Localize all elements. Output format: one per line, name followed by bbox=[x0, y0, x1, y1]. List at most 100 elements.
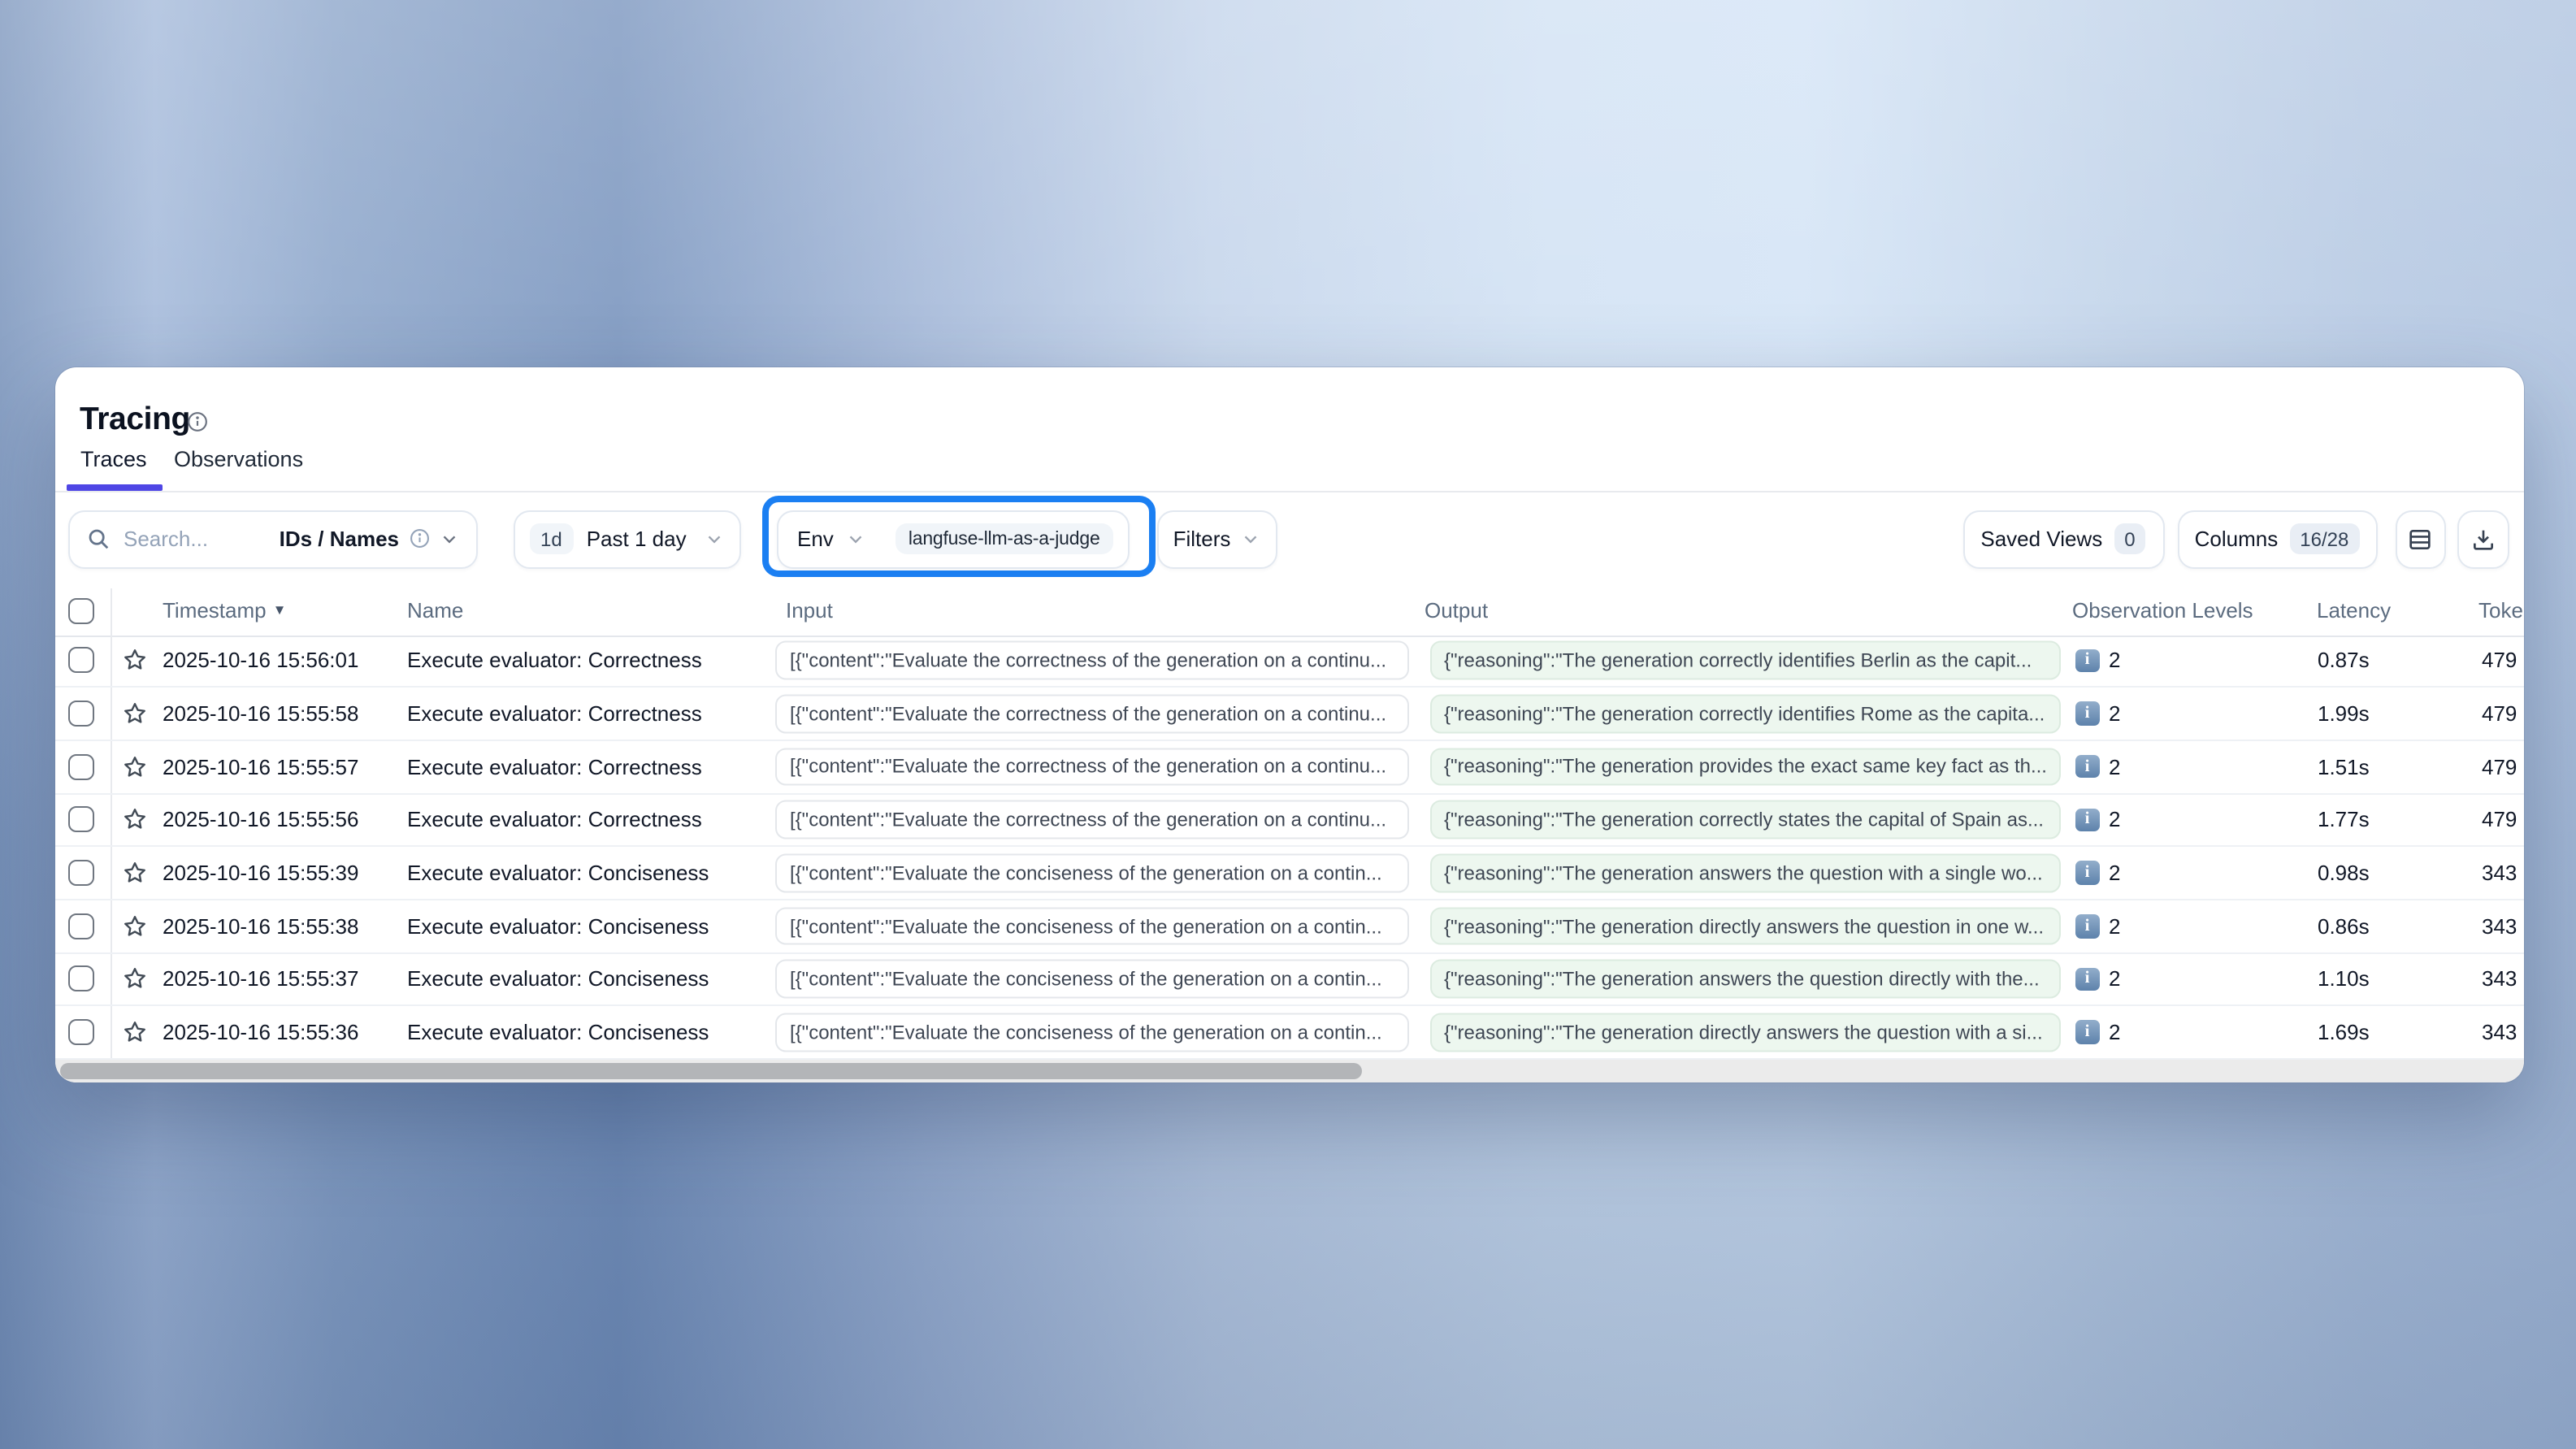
observation-count: 2 bbox=[2109, 649, 2120, 673]
table-row[interactable]: 2025-10-16 15:55:56 Execute evaluator: C… bbox=[54, 794, 2523, 847]
row-checkbox[interactable] bbox=[67, 913, 93, 939]
row-output-preview[interactable]: {"reasoning":"The generation answers the… bbox=[1429, 854, 2060, 892]
row-checkbox[interactable] bbox=[67, 648, 93, 674]
star-icon[interactable] bbox=[122, 860, 148, 886]
page-title: Tracing bbox=[80, 401, 190, 438]
select-all-checkbox[interactable] bbox=[67, 598, 93, 624]
export-button[interactable] bbox=[2457, 510, 2509, 568]
row-latency: 0.87s bbox=[2318, 649, 2370, 673]
row-input-preview[interactable]: [{"content":"Evaluate the conciseness of… bbox=[775, 854, 1409, 892]
info-icon bbox=[409, 529, 429, 549]
column-header-name[interactable]: Name bbox=[407, 597, 463, 622]
row-output-preview[interactable]: {"reasoning":"The generation correctly s… bbox=[1429, 800, 2060, 839]
row-output-preview[interactable]: {"reasoning":"The generation answers the… bbox=[1429, 960, 2060, 998]
columns-button[interactable]: Columns 16/28 bbox=[2177, 510, 2377, 568]
time-range-badge: 1d bbox=[529, 523, 574, 554]
star-icon[interactable] bbox=[122, 648, 148, 674]
title-info-icon[interactable] bbox=[186, 410, 207, 432]
observation-count: 2 bbox=[2109, 701, 2120, 726]
row-observation-levels: i 2 bbox=[2075, 701, 2120, 726]
table-row[interactable]: 2025-10-16 15:56:01 Execute evaluator: C… bbox=[54, 635, 2523, 688]
row-tokens: 479 → bbox=[2482, 754, 2523, 779]
row-name: Execute evaluator: Conciseness bbox=[407, 1020, 709, 1044]
row-observation-levels: i 2 bbox=[2075, 1020, 2120, 1044]
row-checkbox[interactable] bbox=[67, 966, 93, 992]
row-tokens: 343 → bbox=[2482, 1020, 2523, 1044]
tab-observations[interactable]: Observations bbox=[174, 446, 303, 471]
row-checkbox[interactable] bbox=[67, 807, 93, 833]
sort-desc-icon: ▼ bbox=[273, 601, 287, 618]
search-scope-selector[interactable]: IDs / Names bbox=[280, 527, 460, 551]
table-row[interactable]: 2025-10-16 15:55:39 Execute evaluator: C… bbox=[54, 848, 2523, 900]
column-header-timestamp[interactable]: Timestamp ▼ bbox=[163, 597, 286, 622]
search-input[interactable]: Search... IDs / Names bbox=[68, 510, 478, 568]
row-input-preview[interactable]: [{"content":"Evaluate the conciseness of… bbox=[775, 907, 1409, 945]
row-name: Execute evaluator: Conciseness bbox=[407, 861, 709, 885]
row-tokens: 479 → bbox=[2482, 808, 2523, 832]
column-header-observation-levels[interactable]: Observation Levels bbox=[2072, 597, 2253, 622]
star-icon[interactable] bbox=[122, 1019, 148, 1045]
row-input-preview[interactable]: [{"content":"Evaluate the conciseness of… bbox=[775, 1013, 1409, 1052]
star-icon[interactable] bbox=[122, 807, 148, 833]
row-latency: 0.86s bbox=[2318, 914, 2370, 939]
observation-count: 2 bbox=[2109, 808, 2120, 832]
chevron-down-icon bbox=[845, 528, 866, 549]
table-header: Timestamp ▼ Name Input Output Observatio… bbox=[54, 588, 2523, 636]
row-input-preview[interactable]: [{"content":"Evaluate the correctness of… bbox=[775, 641, 1409, 679]
table-row[interactable]: 2025-10-16 15:55:37 Execute evaluator: C… bbox=[54, 953, 2523, 1006]
star-icon[interactable] bbox=[122, 913, 148, 939]
horizontal-scrollbar-thumb[interactable] bbox=[60, 1062, 1362, 1079]
table-row[interactable]: 2025-10-16 15:55:58 Execute evaluator: C… bbox=[54, 688, 2523, 740]
table-row[interactable]: 2025-10-16 15:55:36 Execute evaluator: C… bbox=[54, 1007, 2523, 1060]
star-icon[interactable] bbox=[122, 966, 148, 992]
row-latency: 1.99s bbox=[2318, 701, 2370, 726]
row-output-preview[interactable]: {"reasoning":"The generation correctly i… bbox=[1429, 641, 2060, 679]
row-input-preview[interactable]: [{"content":"Evaluate the correctness of… bbox=[775, 748, 1409, 786]
row-timestamp: 2025-10-16 15:55:36 bbox=[163, 1020, 358, 1044]
column-header-latency[interactable]: Latency bbox=[2317, 597, 2391, 622]
info-badge-icon: i bbox=[2075, 1021, 2099, 1044]
column-header-input[interactable]: Input bbox=[786, 597, 833, 622]
row-timestamp: 2025-10-16 15:55:37 bbox=[163, 967, 358, 991]
row-tokens: 343 → bbox=[2482, 861, 2523, 885]
row-name: Execute evaluator: Correctness bbox=[407, 649, 702, 673]
row-height-button[interactable] bbox=[2395, 510, 2446, 568]
observation-count: 2 bbox=[2109, 967, 2120, 991]
row-checkbox[interactable] bbox=[67, 753, 93, 779]
search-scope-label: IDs / Names bbox=[280, 527, 399, 551]
row-observation-levels: i 2 bbox=[2075, 808, 2120, 832]
row-tokens: 343 → bbox=[2482, 967, 2523, 991]
row-name: Execute evaluator: Correctness bbox=[407, 701, 702, 726]
row-input-preview[interactable]: [{"content":"Evaluate the correctness of… bbox=[775, 695, 1409, 733]
saved-views-button[interactable]: Saved Views 0 bbox=[1962, 510, 2164, 568]
filters-label: Filters bbox=[1173, 527, 1231, 551]
table-row[interactable]: 2025-10-16 15:55:57 Execute evaluator: C… bbox=[54, 741, 2523, 794]
row-tokens: 343 → bbox=[2482, 914, 2523, 939]
row-checkbox[interactable] bbox=[67, 860, 93, 886]
row-input-preview[interactable]: [{"content":"Evaluate the correctness of… bbox=[775, 800, 1409, 839]
row-output-preview[interactable]: {"reasoning":"The generation directly an… bbox=[1429, 1013, 2060, 1052]
row-input-preview[interactable]: [{"content":"Evaluate the conciseness of… bbox=[775, 960, 1409, 998]
column-header-output[interactable]: Output bbox=[1425, 597, 1488, 622]
tab-traces[interactable]: Traces bbox=[80, 446, 147, 471]
table-row[interactable]: 2025-10-16 15:55:38 Execute evaluator: C… bbox=[54, 900, 2523, 953]
filters-button[interactable]: Filters bbox=[1157, 510, 1277, 568]
row-output-preview[interactable]: {"reasoning":"The generation provides th… bbox=[1429, 748, 2060, 786]
horizontal-scrollbar-track[interactable] bbox=[54, 1060, 2523, 1082]
row-checkbox[interactable] bbox=[67, 701, 93, 727]
active-tab-indicator bbox=[67, 484, 162, 490]
row-observation-levels: i 2 bbox=[2075, 967, 2120, 991]
row-output-preview[interactable]: {"reasoning":"The generation correctly i… bbox=[1429, 695, 2060, 733]
env-filter-label: Env bbox=[797, 527, 834, 551]
row-checkbox[interactable] bbox=[67, 1019, 93, 1045]
env-filter-value[interactable]: langfuse-llm-as-a-judge bbox=[896, 523, 1113, 554]
column-header-tokens[interactable]: Tokens bbox=[2478, 597, 2523, 622]
star-icon[interactable] bbox=[122, 701, 148, 727]
star-icon[interactable] bbox=[122, 753, 148, 779]
time-range-button[interactable]: 1d Past 1 day bbox=[513, 510, 740, 568]
observation-count: 2 bbox=[2109, 861, 2120, 885]
time-range-label: Past 1 day bbox=[587, 527, 687, 551]
row-output-preview[interactable]: {"reasoning":"The generation directly an… bbox=[1429, 907, 2060, 945]
row-timestamp: 2025-10-16 15:55:39 bbox=[163, 861, 358, 885]
env-filter-button[interactable]: Env langfuse-llm-as-a-judge bbox=[776, 510, 1129, 568]
